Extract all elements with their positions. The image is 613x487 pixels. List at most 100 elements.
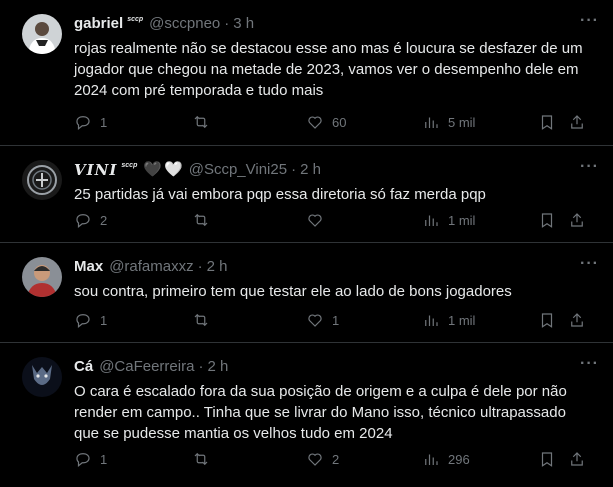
bookmark-icon xyxy=(541,213,553,228)
reply-icon xyxy=(76,314,90,328)
bookmark-icon xyxy=(541,115,553,130)
share-icon xyxy=(571,115,583,129)
timestamp[interactable]: 2 h xyxy=(300,160,321,180)
tweet-text: sou contra, primeiro tem que testar ele … xyxy=(74,283,512,300)
views-button[interactable]: 1 mil xyxy=(422,311,475,329)
bookmark-button[interactable] xyxy=(538,450,556,468)
reply-icon xyxy=(76,453,90,467)
retweet-button[interactable] xyxy=(192,113,218,131)
tweet-text: rojas realmente não se destacou esse ano… xyxy=(74,40,583,99)
views-count: 5 mil xyxy=(448,114,476,130)
black-heart-emoji: 🖤 xyxy=(143,161,163,178)
reply-count: 1 xyxy=(100,114,108,130)
like-button[interactable] xyxy=(306,211,332,229)
bookmark-button[interactable] xyxy=(538,311,556,329)
like-button[interactable]: 60 xyxy=(306,113,346,131)
more-icon[interactable]: ··· xyxy=(580,355,599,373)
reply-count: 2 xyxy=(100,212,108,228)
avatar[interactable] xyxy=(22,357,62,397)
reply-count: 1 xyxy=(100,312,108,328)
like-icon xyxy=(308,116,322,129)
avatar[interactable] xyxy=(22,160,62,200)
separator-dot: · xyxy=(197,258,203,275)
tweet[interactable]: Max @rafamaxxz · 2 h ··· sou contra, pri… xyxy=(0,243,613,343)
tweet-text: O cara é escalado fora da sua posição de… xyxy=(74,383,567,442)
more-icon[interactable]: ··· xyxy=(580,12,599,30)
retweet-icon xyxy=(194,115,208,129)
user-handle[interactable]: @rafamaxxz xyxy=(109,257,193,277)
reply-icon xyxy=(76,214,90,228)
views-button[interactable]: 1 mil xyxy=(422,211,475,229)
like-icon xyxy=(308,314,322,327)
action-bar: 2 1 mil xyxy=(74,210,599,230)
action-bar: 1 60 5 mil xyxy=(74,112,599,132)
retweet-button[interactable] xyxy=(192,211,218,229)
views-count: 1 mil xyxy=(448,312,476,328)
reply-button[interactable]: 1 xyxy=(74,113,107,131)
display-name[interactable]: gabriel xyxy=(74,14,123,34)
tweet-text: 25 partidas já vai embora pqp essa diret… xyxy=(74,186,486,203)
views-button[interactable]: 5 mil xyxy=(422,113,475,131)
timestamp[interactable]: 3 h xyxy=(233,14,254,34)
display-name[interactable]: Max xyxy=(74,257,103,277)
display-name[interactable]: VINI xyxy=(74,160,117,180)
retweet-button[interactable] xyxy=(192,311,218,329)
retweet-icon xyxy=(194,213,208,227)
share-icon xyxy=(571,213,583,227)
reply-button[interactable]: 2 xyxy=(74,211,107,229)
views-button[interactable]: 296 xyxy=(422,450,470,468)
user-handle[interactable]: @sccpneo xyxy=(149,14,220,34)
white-heart-emoji: 🤍 xyxy=(164,161,183,178)
tweet[interactable]: VINI sccp 🖤 🤍 @Sccp_Vini25 · 2 h ··· 25 … xyxy=(0,146,613,243)
reply-icon xyxy=(76,116,90,130)
timestamp[interactable]: 2 h xyxy=(207,357,228,377)
views-icon xyxy=(425,454,438,465)
bookmark-button[interactable] xyxy=(538,211,556,229)
action-bar: 1 1 1 mil xyxy=(74,310,599,330)
separator-dot: · xyxy=(291,161,297,178)
reply-feed: gabriel sccp @sccpneo · 3 h ··· rojas re… xyxy=(0,0,613,487)
retweet-icon xyxy=(194,313,208,327)
name-badge: sccp xyxy=(127,16,144,23)
tweet[interactable]: Cá @CaFeerreira · 2 h ··· O cara é escal… xyxy=(0,343,613,487)
avatar[interactable] xyxy=(22,14,62,54)
name-emojis: 🖤 🤍 xyxy=(143,160,182,180)
reply-button[interactable]: 1 xyxy=(74,450,107,468)
more-icon[interactable]: ··· xyxy=(580,255,599,273)
views-icon xyxy=(425,117,438,128)
bookmark-icon xyxy=(541,313,553,328)
user-handle[interactable]: @CaFeerreira xyxy=(99,357,194,377)
retweet-button[interactable] xyxy=(192,450,218,468)
name-badge: sccp xyxy=(121,162,138,169)
timestamp[interactable]: 2 h xyxy=(207,257,228,277)
like-button[interactable]: 2 xyxy=(306,450,339,468)
display-name[interactable]: Cá xyxy=(74,357,93,377)
views-count: 296 xyxy=(448,451,470,467)
share-icon xyxy=(571,452,583,466)
like-icon xyxy=(308,453,322,466)
views-icon xyxy=(425,215,438,226)
like-count: 2 xyxy=(332,451,340,467)
action-bar: 1 2 296 xyxy=(74,449,599,469)
share-button[interactable] xyxy=(568,211,586,229)
separator-dot: · xyxy=(224,15,230,32)
share-button[interactable] xyxy=(568,311,586,329)
bookmark-icon xyxy=(541,452,553,467)
reply-count: 1 xyxy=(100,451,108,467)
views-icon xyxy=(425,315,438,326)
separator-dot: · xyxy=(198,358,204,375)
like-button[interactable]: 1 xyxy=(306,311,339,329)
retweet-icon xyxy=(194,452,208,466)
user-handle[interactable]: @Sccp_Vini25 xyxy=(189,160,287,180)
bookmark-button[interactable] xyxy=(538,113,556,131)
share-button[interactable] xyxy=(568,113,586,131)
share-icon xyxy=(571,313,583,327)
tweet[interactable]: gabriel sccp @sccpneo · 3 h ··· rojas re… xyxy=(0,0,613,146)
like-count: 1 xyxy=(332,312,340,328)
more-icon[interactable]: ··· xyxy=(580,158,599,176)
avatar[interactable] xyxy=(22,257,62,297)
like-count: 60 xyxy=(332,114,347,130)
reply-button[interactable]: 1 xyxy=(74,311,107,329)
share-button[interactable] xyxy=(568,450,586,468)
like-icon xyxy=(308,214,322,227)
